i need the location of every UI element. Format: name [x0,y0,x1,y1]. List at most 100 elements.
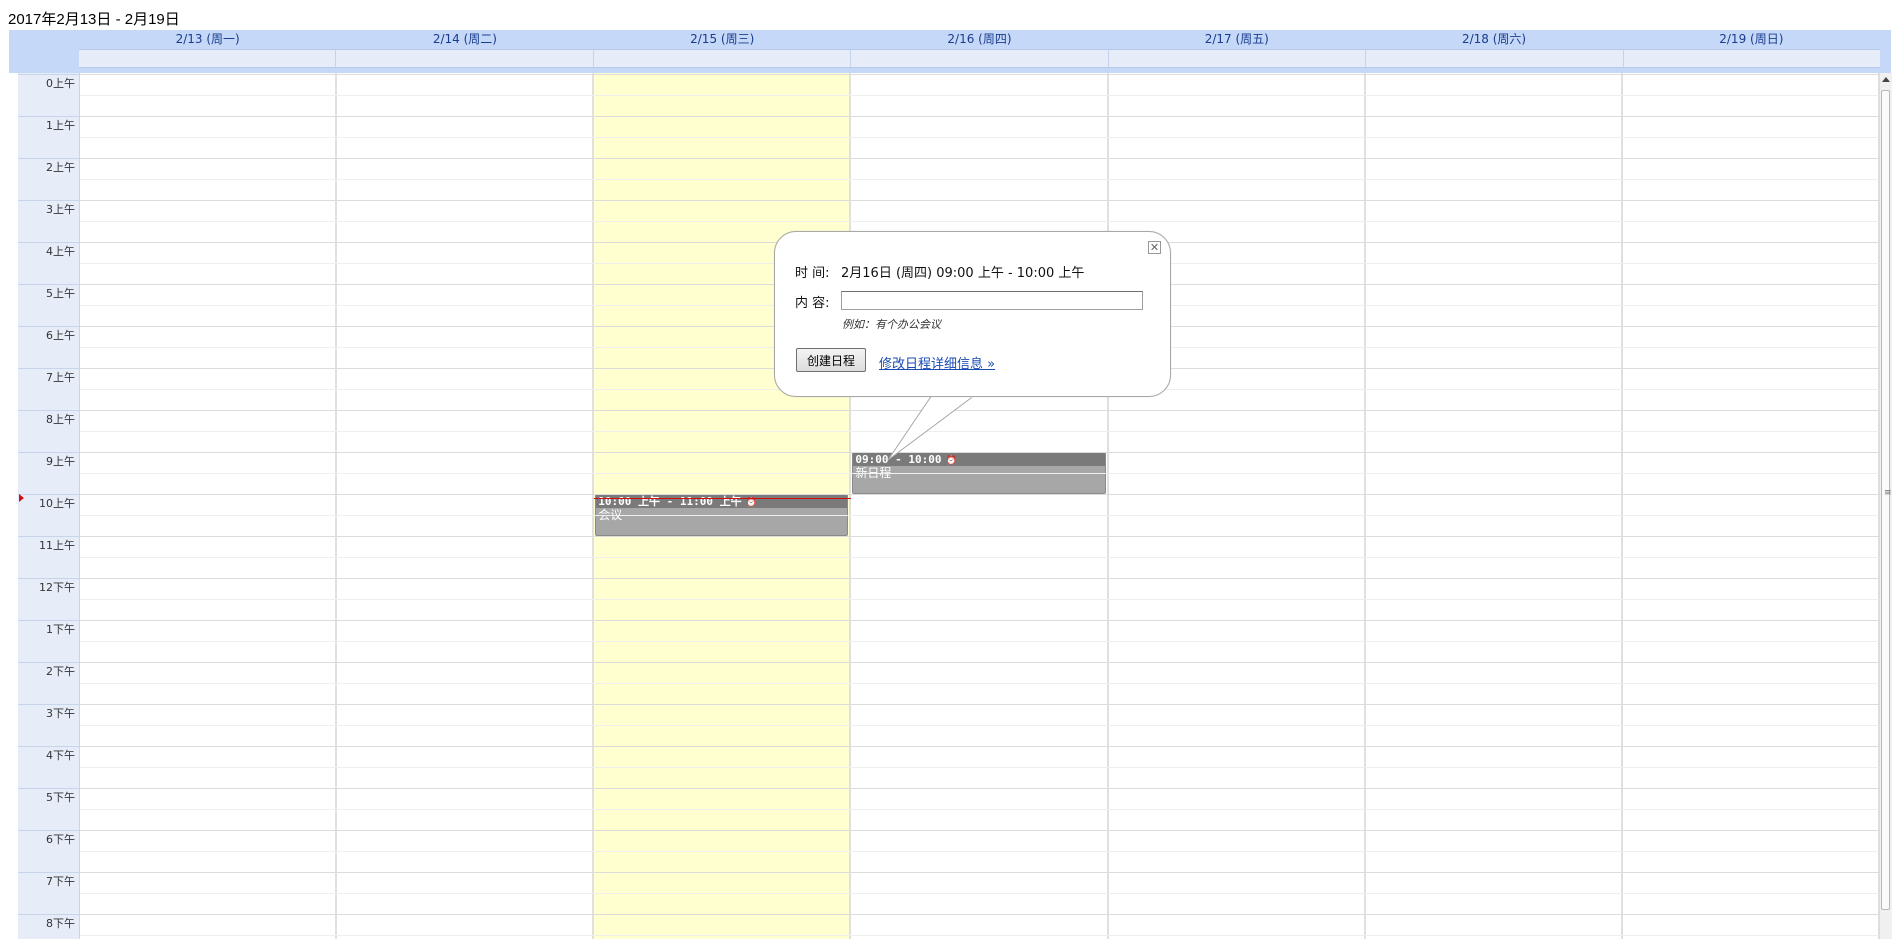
time-hour-line [18,578,80,579]
time-label: 2下午 [46,665,75,678]
time-label: 1下午 [46,623,75,636]
time-label: 6下午 [46,833,75,846]
half-hour-line [80,641,1879,642]
hour-line [80,662,1879,663]
hour-line [80,158,1879,159]
all-day-cell[interactable] [1366,50,1624,67]
time-label: 2上午 [46,161,75,174]
time-label: 1上午 [46,119,75,132]
hour-line [80,746,1879,747]
alarm-icon: ⏰ [945,456,957,466]
time-hour-line [18,368,80,369]
time-hour-line [18,284,80,285]
time-label: 4上午 [46,245,75,258]
all-day-cell[interactable] [594,50,852,67]
scroll-thumb[interactable]: ≡ [1881,90,1892,910]
all-day-cell[interactable] [1624,50,1880,67]
time-hour-line [18,830,80,831]
time-hour-line [18,746,80,747]
time-label: 9上午 [46,455,75,468]
current-time-marker-icon [19,494,24,503]
time-hour-line [18,914,80,915]
time-hour-line [18,116,80,117]
hour-line [80,410,1879,411]
time-hour-line [18,494,80,495]
time-hour-line [18,158,80,159]
current-time-line [594,498,852,500]
time-label: 5上午 [46,287,75,300]
scroll-up-arrow-icon[interactable] [1882,77,1890,82]
time-label: 5下午 [46,791,75,804]
half-hour-line [80,557,1879,558]
time-hour-line [18,662,80,663]
content-label: 内 容: [795,296,830,311]
hour-line [80,74,1879,75]
hour-line [80,578,1879,579]
hour-line [80,536,1879,537]
half-hour-line [80,683,1879,684]
content-input[interactable] [841,291,1143,310]
time-hour-line [18,788,80,789]
day-header-2[interactable]: 2/14 (周二) [336,30,593,49]
time-value: 2月16日 (周四) 09:00 上午 - 10:00 上午 [841,266,1085,281]
page-title: 2017年2月13日 - 2月19日 [8,11,180,28]
all-day-cell[interactable] [851,50,1109,67]
half-hour-line [80,179,1879,180]
all-day-row [79,49,1880,68]
event-time-label: 10:00 上午 - 11:00 上午 [598,495,742,508]
grip-icon: ≡ [1884,488,1892,498]
time-label: 3上午 [46,203,75,216]
time-hour-line [18,452,80,453]
hour-line [80,452,1879,453]
week-grid: 0上午 1上午 2上午 3上午 4上午 5上午 6上午 7上午 8上午 9上午 10上午 11上午 12… [9,73,1879,939]
hour-line [80,200,1879,201]
half-hour-line [80,137,1879,138]
all-day-cell[interactable] [79,50,337,67]
time-column: 0上午 1上午 2上午 3上午 4上午 5上午 6上午 7上午 8上午 9上午 10上午 11上午 12… [18,73,80,939]
half-hour-line [80,95,1879,96]
time-label: 8上午 [46,413,75,426]
half-hour-line [80,599,1879,600]
quick-create-popup: ✕ 时 间: 2月16日 (周四) 09:00 上午 - 10:00 上午 内 … [774,231,1171,397]
time-label: 8下午 [46,917,75,930]
all-day-cell[interactable] [336,50,594,67]
day-header-7[interactable]: 2/19 (周日) [1623,30,1880,49]
half-hour-line [80,767,1879,768]
hour-line [80,914,1879,915]
day-header-row: 2/13 (周一) 2/14 (周二) 2/15 (周三) 2/16 (周四) 2/17… [79,30,1880,49]
hour-line [80,116,1879,117]
time-hour-line [18,200,80,201]
hour-line [80,494,1879,495]
hour-line [80,788,1879,789]
edit-details-link[interactable]: 修改日程详细信息 » [879,353,995,372]
time-label: 7上午 [46,371,75,384]
day-header-6[interactable]: 2/18 (周六) [1365,30,1622,49]
half-hour-line [80,851,1879,852]
time-hour-line [18,872,80,873]
half-hour-line [80,221,1879,222]
create-event-button[interactable]: 创建日程 [796,348,867,372]
time-label: 10上午 [39,497,75,510]
day-header-1[interactable]: 2/13 (周一) [79,30,336,49]
event-time-label: 09:00 - 10:00 [855,453,942,466]
day-header-3[interactable]: 2/15 (周三) [594,30,851,49]
time-hour-line [18,620,80,621]
vertical-scrollbar[interactable]: ≡ [1879,73,1892,939]
time-label: 6上午 [46,329,75,342]
time-label: 时 间: [795,266,830,281]
hour-line [80,872,1879,873]
hour-line [80,704,1879,705]
half-hour-line [80,725,1879,726]
time-label: 7下午 [46,875,75,888]
time-label: 4下午 [46,749,75,762]
day-header-5[interactable]: 2/17 (周五) [1108,30,1365,49]
close-icon[interactable]: ✕ [1148,241,1161,254]
half-hour-line [80,473,1879,474]
time-label: 12下午 [39,581,75,594]
half-hour-line [80,935,1879,936]
all-day-cell[interactable] [1109,50,1367,67]
day-header-4[interactable]: 2/16 (周四) [851,30,1108,49]
half-hour-line [80,515,1879,516]
half-hour-line [80,893,1879,894]
event-time: 09:00 - 10:00 ⏰ [853,453,1105,466]
